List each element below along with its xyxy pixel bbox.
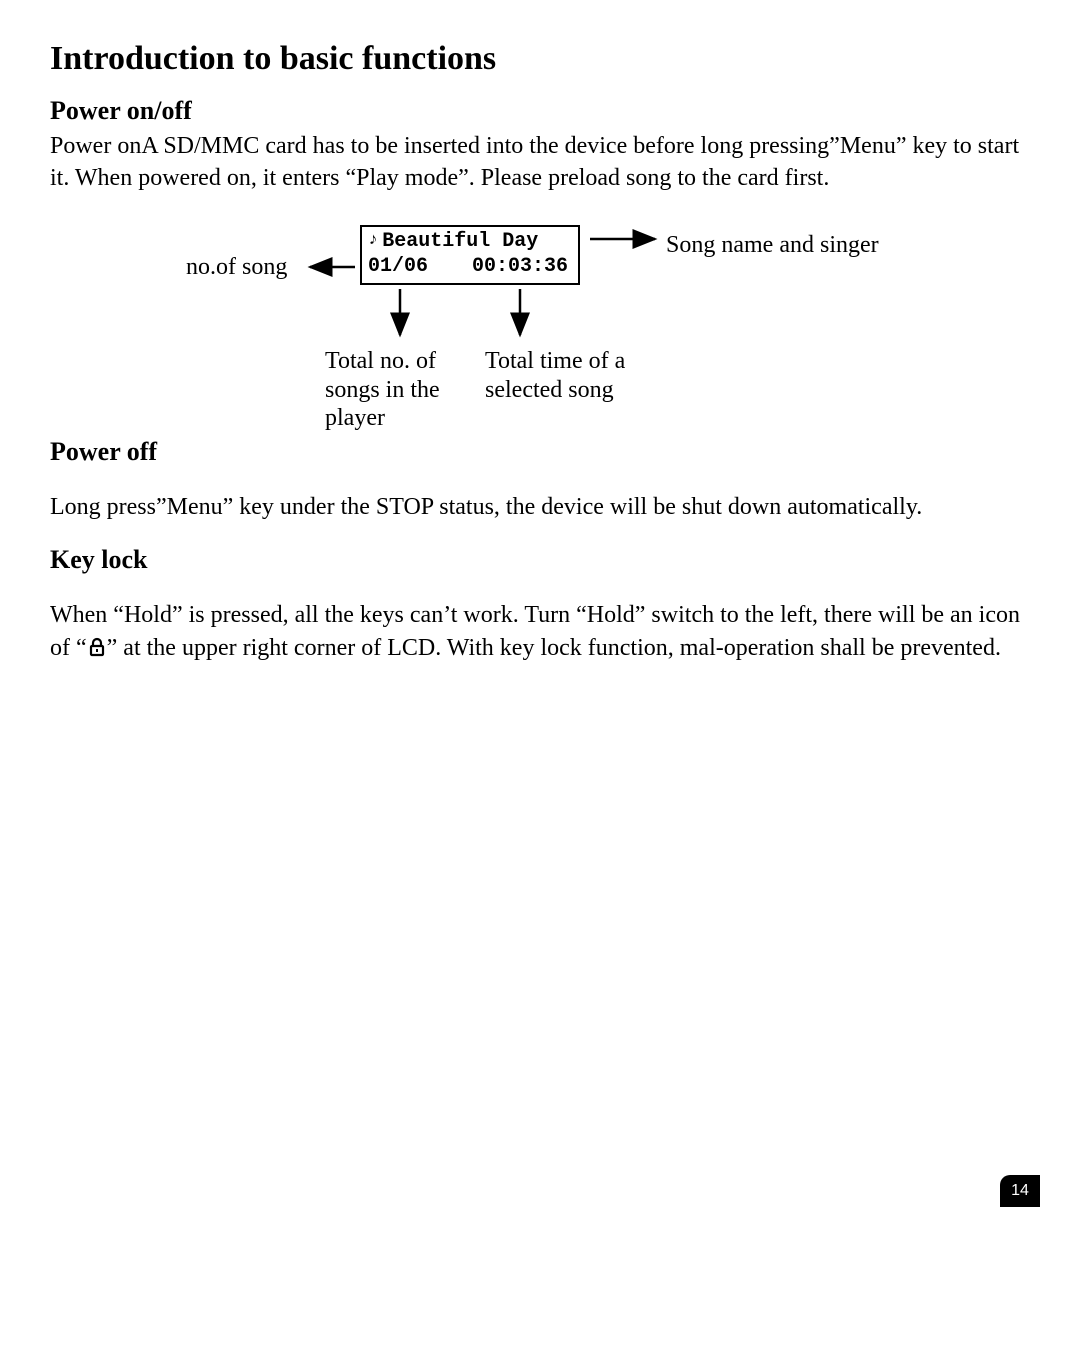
section-body-key-lock: When “Hold” is pressed, all the keys can… xyxy=(50,599,1030,666)
lcd-diagram: ♪ Beautiful Day 01/06 00:03:36 no.of son… xyxy=(50,217,1030,417)
section-heading-power-on-off: Power on/off xyxy=(50,96,1030,126)
lcd-time: 00:03:36 xyxy=(472,254,568,279)
label-song-name-singer: Song name and singer xyxy=(666,231,879,260)
label-total-time: Total time of a selected song xyxy=(485,347,635,405)
label-total-songs: Total no. of songs in the player xyxy=(325,347,495,433)
lcd-song-title: Beautiful Day xyxy=(382,229,538,254)
section-heading-key-lock: Key lock xyxy=(50,545,1030,575)
manual-page: Introduction to basic functions Power on… xyxy=(0,0,1080,1357)
lock-icon xyxy=(87,634,107,666)
page-title: Introduction to basic functions xyxy=(50,40,1030,78)
section-body-power-on-off: Power onA SD/MMC card has to be inserted… xyxy=(50,130,1030,195)
lcd-track-counter: 01/06 xyxy=(368,254,428,279)
music-note-icon: ♪ xyxy=(368,232,378,250)
label-no-of-song: no.of song xyxy=(186,253,287,282)
section-body-power-off: Long press”Menu” key under the STOP stat… xyxy=(50,491,1030,523)
lcd-screen: ♪ Beautiful Day 01/06 00:03:36 xyxy=(360,225,580,285)
page-number-badge: 14 xyxy=(1000,1175,1040,1207)
key-lock-text-after: ” at the upper right corner of LCD. With… xyxy=(107,635,1001,661)
section-heading-power-off: Power off xyxy=(50,437,1030,467)
